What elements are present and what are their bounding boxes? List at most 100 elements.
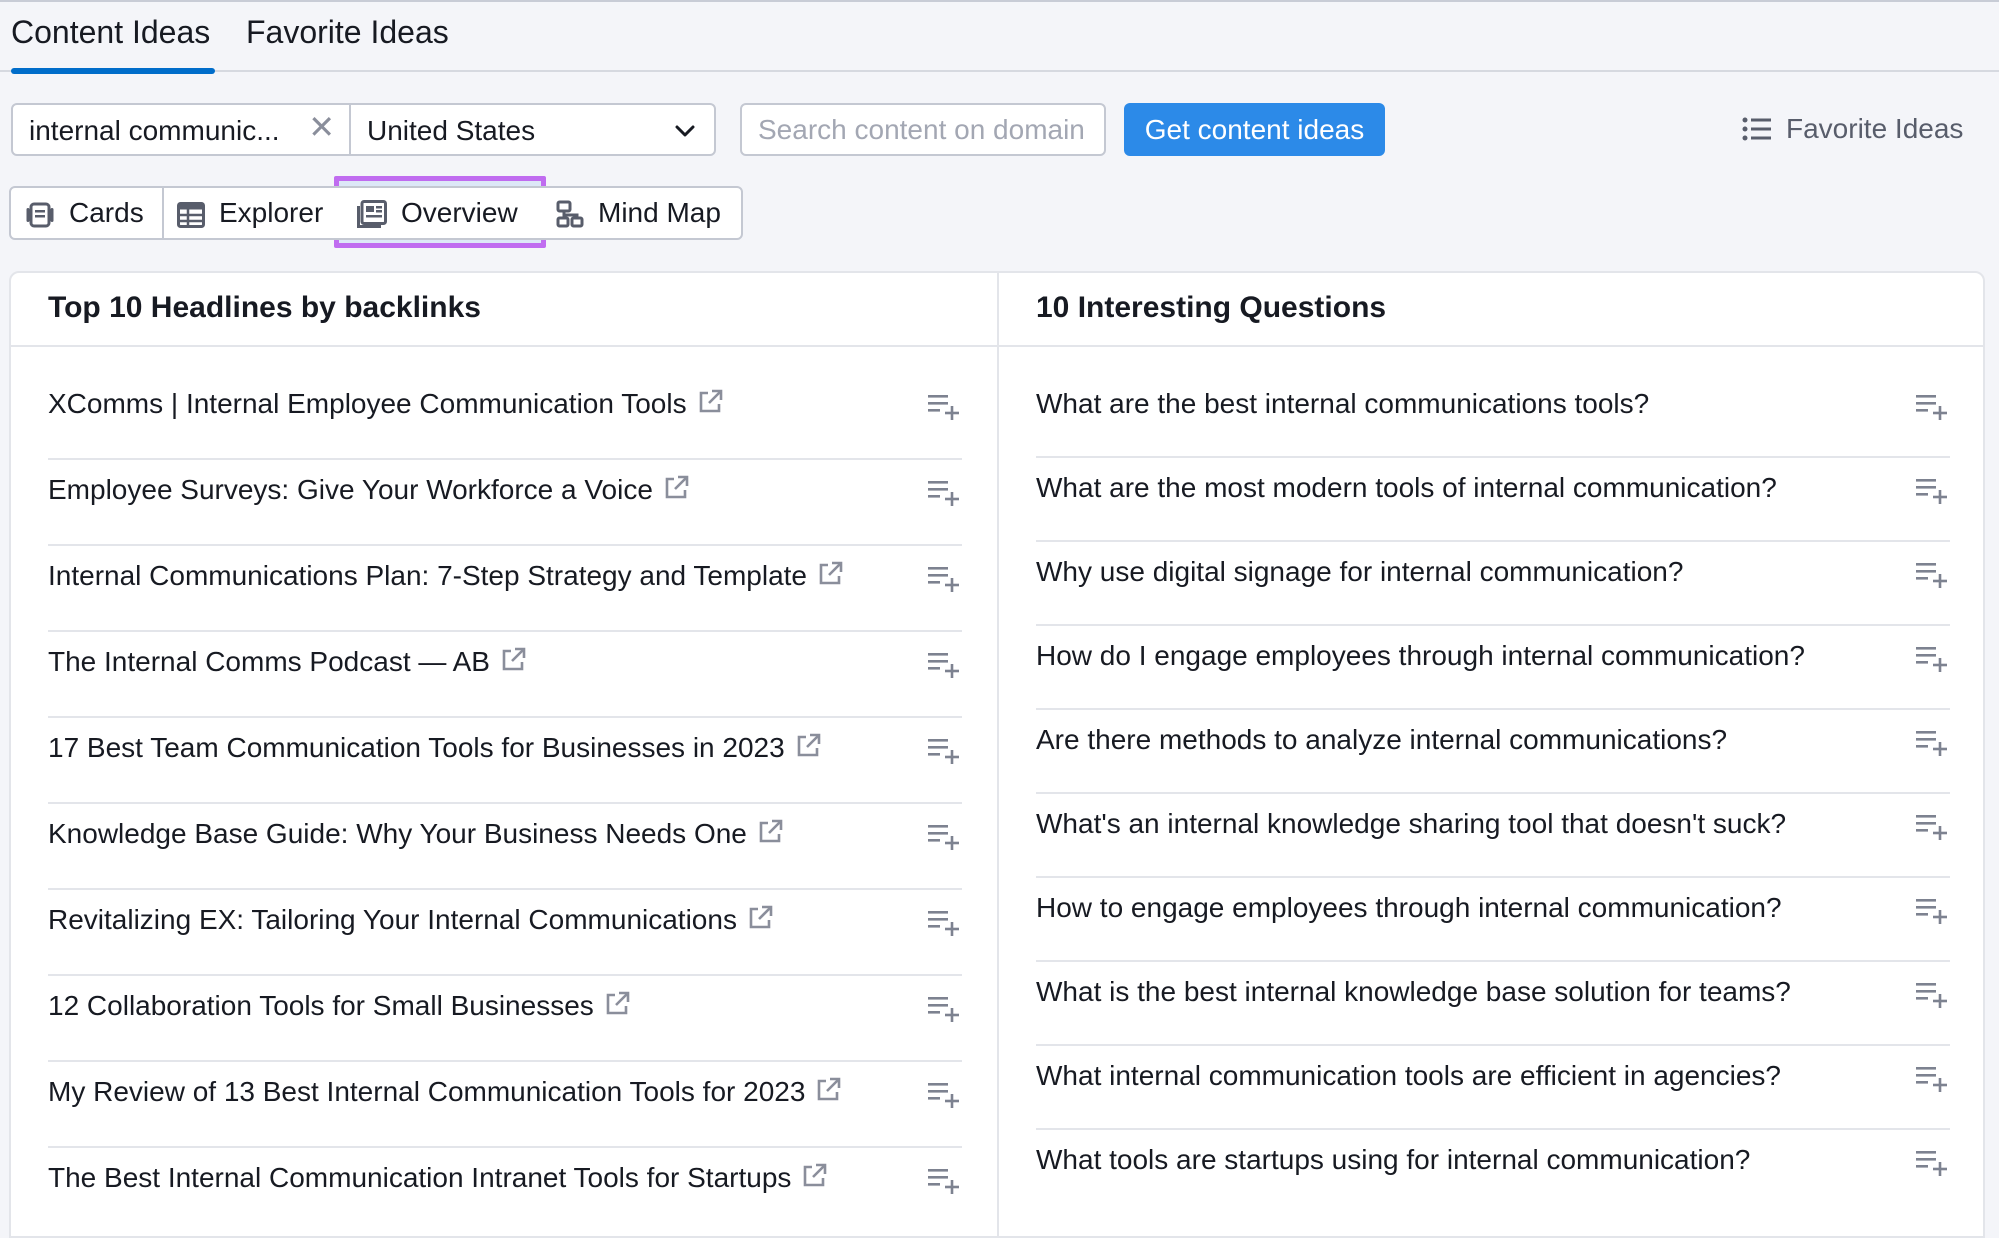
headline-text[interactable]: Employee Surveys: Give Your Workforce a … (48, 474, 689, 508)
question-text: What tools are startups using for intern… (1036, 1144, 1750, 1176)
question-row: What tools are startups using for intern… (1036, 1130, 1950, 1214)
headline-text[interactable]: XComms | Internal Employee Communication… (48, 388, 723, 422)
headline-row: Employee Surveys: Give Your Workforce a … (48, 460, 962, 546)
add-to-favorites-icon[interactable] (928, 1168, 962, 1199)
add-to-favorites-icon[interactable] (1916, 1150, 1950, 1181)
headline-row: Internal Communications Plan: 7-Step Str… (48, 546, 962, 632)
add-to-favorites-icon[interactable] (928, 652, 962, 683)
headline-text-label: XComms | Internal Employee Communication… (48, 388, 687, 419)
question-row: What is the best internal knowledge base… (1036, 962, 1950, 1046)
get-content-ideas-button[interactable]: Get content ideas (1124, 103, 1385, 156)
add-to-favorites-icon[interactable] (928, 1082, 962, 1113)
external-link-icon[interactable] (801, 1163, 827, 1196)
question-row: How do I engage employees through intern… (1036, 626, 1950, 710)
overview-icon (357, 200, 387, 228)
mind-map-icon (556, 200, 584, 228)
favorite-ideas-label: Favorite Ideas (1786, 113, 1964, 144)
question-text-label: How to engage employees through internal… (1036, 892, 1782, 923)
external-link-icon[interactable] (795, 733, 821, 766)
domain-search-field[interactable] (740, 103, 1106, 156)
add-to-favorites-icon[interactable] (1916, 1066, 1950, 1097)
external-link-icon[interactable] (815, 1077, 841, 1110)
headline-text[interactable]: 12 Collaboration Tools for Small Busines… (48, 990, 630, 1024)
headline-text[interactable]: My Review of 13 Best Internal Communicat… (48, 1076, 841, 1110)
question-text: How to engage employees through internal… (1036, 892, 1782, 924)
headline-text-label: 17 Best Team Communication Tools for Bus… (48, 732, 785, 763)
active-tab-indicator (11, 68, 215, 74)
external-link-icon[interactable] (663, 475, 689, 508)
headline-text[interactable]: Internal Communications Plan: 7-Step Str… (48, 560, 843, 594)
view-overview-button[interactable]: Overview (357, 188, 518, 238)
headline-text-label: Knowledge Base Guide: Why Your Business … (48, 818, 747, 849)
add-to-favorites-icon[interactable] (928, 394, 962, 425)
question-text: What's an internal knowledge sharing too… (1036, 808, 1786, 840)
view-cards-button[interactable]: Cards (25, 188, 144, 238)
cards-icon (26, 202, 54, 228)
headline-text-label: Employee Surveys: Give Your Workforce a … (48, 474, 653, 505)
headline-text[interactable]: The Best Internal Communication Intranet… (48, 1162, 827, 1196)
add-to-favorites-icon[interactable] (928, 738, 962, 769)
country-select[interactable]: United States (349, 103, 716, 156)
headline-row: 12 Collaboration Tools for Small Busines… (48, 976, 962, 1062)
add-to-favorites-icon[interactable] (1916, 814, 1950, 845)
add-to-favorites-icon[interactable] (1916, 646, 1950, 677)
headline-text[interactable]: The Internal Comms Podcast — AB (48, 646, 526, 680)
view-mind-map-label: Mind Map (598, 197, 721, 228)
headline-text[interactable]: Knowledge Base Guide: Why Your Business … (48, 818, 783, 852)
favorite-ideas-link[interactable]: Favorite Ideas (1742, 113, 1963, 145)
external-link-icon[interactable] (757, 819, 783, 852)
view-divider (162, 188, 164, 238)
view-explorer-button[interactable]: Explorer (177, 188, 323, 238)
question-text-label: Why use digital signage for internal com… (1036, 556, 1684, 587)
question-row: What's an internal knowledge sharing too… (1036, 794, 1950, 878)
external-link-icon[interactable] (604, 991, 630, 1024)
overview-panel: Top 10 Headlines by backlinks 10 Interes… (9, 271, 1985, 1238)
question-text-label: How do I engage employees through intern… (1036, 640, 1805, 671)
headline-text-label: My Review of 13 Best Internal Communicat… (48, 1076, 806, 1107)
add-to-favorites-icon[interactable] (928, 824, 962, 855)
country-value: United States (367, 115, 536, 146)
view-mind-map-button[interactable]: Mind Map (556, 188, 721, 238)
header-divider (11, 345, 1983, 347)
content-ideas-page: Content Ideas Favorite Ideas internal co… (0, 0, 1999, 1238)
add-to-favorites-icon[interactable] (1916, 478, 1950, 509)
table-icon (177, 202, 205, 228)
external-link-icon[interactable] (817, 561, 843, 594)
add-to-favorites-icon[interactable] (928, 996, 962, 1027)
add-to-favorites-icon[interactable] (1916, 394, 1950, 425)
external-link-icon[interactable] (697, 389, 723, 422)
add-to-favorites-icon[interactable] (928, 480, 962, 511)
add-to-favorites-icon[interactable] (928, 566, 962, 597)
headline-row: 17 Best Team Communication Tools for Bus… (48, 718, 962, 804)
question-text: Why use digital signage for internal com… (1036, 556, 1683, 588)
tab-content-ideas[interactable]: Content Ideas (11, 14, 210, 51)
question-text: What internal communication tools are ef… (1036, 1060, 1781, 1092)
view-cards-label: Cards (69, 197, 144, 228)
add-to-favorites-icon[interactable] (1916, 898, 1950, 929)
clear-keyword-icon[interactable]: ✕ (308, 111, 335, 143)
column-divider (997, 273, 999, 1238)
add-to-favorites-icon[interactable] (928, 910, 962, 941)
question-text: How do I engage employees through intern… (1036, 640, 1805, 672)
external-link-icon[interactable] (500, 647, 526, 680)
headline-text-label: Revitalizing EX: Tailoring Your Internal… (48, 904, 737, 935)
question-text-label: What is the best internal knowledge base… (1036, 976, 1791, 1007)
headline-row: Revitalizing EX: Tailoring Your Internal… (48, 890, 962, 976)
keyword-field[interactable]: internal communic... ✕ (11, 103, 351, 156)
question-row: What are the best internal communication… (1036, 374, 1950, 458)
question-text: Are there methods to analyze internal co… (1036, 724, 1727, 756)
question-row: Why use digital signage for internal com… (1036, 542, 1950, 626)
headline-row: XComms | Internal Employee Communication… (48, 374, 962, 460)
view-overview-label: Overview (401, 197, 518, 228)
tab-favorite-ideas[interactable]: Favorite Ideas (246, 14, 449, 51)
view-explorer-label: Explorer (219, 197, 324, 228)
external-link-icon[interactable] (747, 905, 773, 938)
add-to-favorites-icon[interactable] (1916, 730, 1950, 761)
add-to-favorites-icon[interactable] (1916, 562, 1950, 593)
question-text-label: Are there methods to analyze internal co… (1036, 724, 1728, 755)
domain-search-input[interactable] (758, 114, 1088, 146)
headline-row: My Review of 13 Best Internal Communicat… (48, 1062, 962, 1148)
headline-text[interactable]: Revitalizing EX: Tailoring Your Internal… (48, 904, 773, 938)
headline-text[interactable]: 17 Best Team Communication Tools for Bus… (48, 732, 821, 766)
add-to-favorites-icon[interactable] (1916, 982, 1950, 1013)
